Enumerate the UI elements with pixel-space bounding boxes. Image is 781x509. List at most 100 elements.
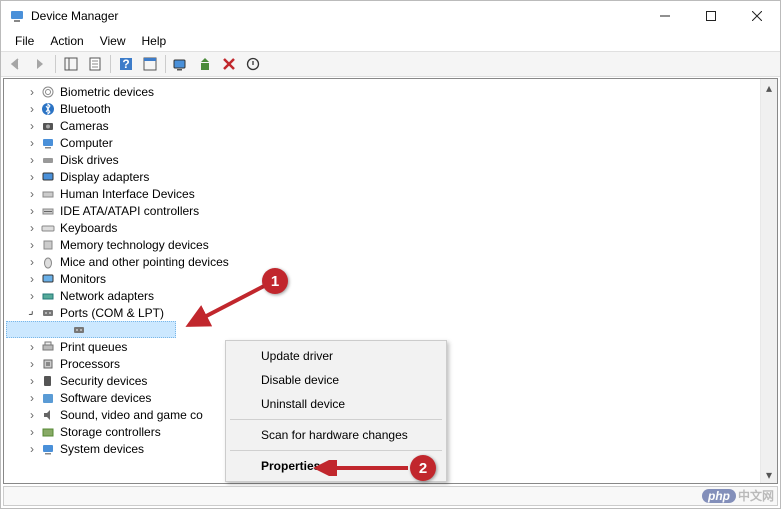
- expand-icon[interactable]: ›: [26, 272, 38, 286]
- toolbar: ?: [1, 51, 780, 77]
- expand-icon[interactable]: ›: [26, 391, 38, 405]
- expand-icon[interactable]: ›: [26, 204, 38, 218]
- tree-node-bluetooth[interactable]: › Bluetooth: [6, 100, 758, 117]
- expand-icon[interactable]: ›: [26, 221, 38, 235]
- expand-icon[interactable]: ›: [26, 187, 38, 201]
- ctx-uninstall-device[interactable]: Uninstall device: [229, 392, 443, 416]
- tree-label: Sound, video and game co: [60, 408, 203, 422]
- tree-label: Bluetooth: [60, 102, 111, 116]
- expand-icon[interactable]: ›: [26, 102, 38, 116]
- ctx-scan-hardware[interactable]: Scan for hardware changes: [229, 423, 443, 447]
- biometric-icon: [40, 84, 56, 100]
- tree-node-computer[interactable]: › Computer: [6, 134, 758, 151]
- menu-action[interactable]: Action: [44, 32, 89, 50]
- security-icon: [40, 373, 56, 389]
- bluetooth-icon: [40, 101, 56, 117]
- tree-label: Storage controllers: [60, 425, 161, 439]
- tree-node-network[interactable]: ›Network adapters: [6, 287, 758, 304]
- expand-icon[interactable]: ›: [26, 408, 38, 422]
- network-icon: [40, 288, 56, 304]
- software-icon: [40, 390, 56, 406]
- separator: [55, 55, 56, 73]
- expand-icon[interactable]: ›: [26, 85, 38, 99]
- tree-label: Disk drives: [60, 153, 119, 167]
- scrollbar[interactable]: ▴ ▾: [760, 79, 777, 483]
- expand-icon[interactable]: ›: [26, 357, 38, 371]
- sound-icon: [40, 407, 56, 423]
- expand-icon[interactable]: ›: [26, 425, 38, 439]
- scroll-down-icon[interactable]: ▾: [761, 466, 777, 483]
- tree-node-memory[interactable]: ›Memory technology devices: [6, 236, 758, 253]
- separator: [110, 55, 111, 73]
- tree-node-biometric[interactable]: ›Biometric devices: [6, 83, 758, 100]
- tree-node-ide[interactable]: › IDE ATA/ATAPI controllers: [6, 202, 758, 219]
- ctx-disable-device[interactable]: Disable device: [229, 368, 443, 392]
- hid-icon: [40, 186, 56, 202]
- ctx-update-driver[interactable]: Update driver: [229, 344, 443, 368]
- scan-hardware-button[interactable]: [170, 53, 192, 75]
- memory-icon: [40, 237, 56, 253]
- tree-node-display[interactable]: › Display adapters: [6, 168, 758, 185]
- mouse-icon: [40, 254, 56, 270]
- tree-label: Monitors: [60, 272, 106, 286]
- uninstall-toolbar-button[interactable]: [218, 53, 240, 75]
- computer-icon: [40, 135, 56, 151]
- tree-label: IDE ATA/ATAPI controllers: [60, 204, 199, 218]
- tree-label: Software devices: [60, 391, 151, 405]
- tree-label: Computer: [60, 136, 113, 150]
- expand-icon[interactable]: ›: [26, 442, 38, 456]
- tree-label: Keyboards: [60, 221, 117, 235]
- system-icon: [40, 441, 56, 457]
- tree-label: Mice and other pointing devices: [60, 255, 229, 269]
- forward-button[interactable]: [29, 53, 51, 75]
- expand-icon[interactable]: ›: [26, 374, 38, 388]
- show-hide-tree-button[interactable]: [60, 53, 82, 75]
- tree-node-mice[interactable]: › Mice and other pointing devices: [6, 253, 758, 270]
- expand-icon[interactable]: ›: [26, 340, 38, 354]
- ctx-separator: [230, 450, 442, 451]
- tree-node-disk[interactable]: › Disk drives: [6, 151, 758, 168]
- disk-icon: [40, 152, 56, 168]
- annotation-arrow-1: [181, 281, 271, 333]
- cpu-icon: [40, 356, 56, 372]
- help-toolbar-button[interactable]: ?: [115, 53, 137, 75]
- scroll-up-icon[interactable]: ▴: [761, 79, 777, 96]
- properties-toolbar-button[interactable]: [84, 53, 106, 75]
- expand-icon[interactable]: ›: [26, 238, 38, 252]
- tree-node-ports[interactable]: ›Ports (COM & LPT): [6, 304, 758, 321]
- watermark-php: php: [702, 489, 736, 503]
- maximize-button[interactable]: [688, 1, 734, 31]
- menu-view[interactable]: View: [94, 32, 132, 50]
- expand-icon[interactable]: ›: [26, 136, 38, 150]
- annotation-badge-1: 1: [262, 268, 288, 294]
- expand-icon[interactable]: ›: [26, 170, 38, 184]
- window-title: Device Manager: [31, 9, 642, 23]
- tree-label: Display adapters: [60, 170, 149, 184]
- menu-file[interactable]: File: [9, 32, 40, 50]
- tree-node-port-device[interactable]: [6, 321, 176, 338]
- collapse-icon[interactable]: ›: [23, 303, 41, 321]
- tree-label: Processors: [60, 357, 120, 371]
- keyboard-icon: [40, 220, 56, 236]
- tree-node-monitors[interactable]: › Monitors: [6, 270, 758, 287]
- update-driver-toolbar-button[interactable]: [194, 53, 216, 75]
- action-toolbar-button[interactable]: [139, 53, 161, 75]
- back-button[interactable]: [5, 53, 27, 75]
- minimize-button[interactable]: [642, 1, 688, 31]
- watermark-cn: 中文网: [738, 489, 774, 503]
- tree-node-keyboards[interactable]: › Keyboards: [6, 219, 758, 236]
- expand-icon[interactable]: ›: [26, 289, 38, 303]
- menu-help[interactable]: Help: [136, 32, 173, 50]
- monitor-icon: [40, 271, 56, 287]
- expand-icon[interactable]: ›: [26, 255, 38, 269]
- tree-node-hid[interactable]: ›Human Interface Devices: [6, 185, 758, 202]
- tree-label: System devices: [60, 442, 144, 456]
- menubar: File Action View Help: [1, 31, 780, 51]
- tree-node-cameras[interactable]: ›Cameras: [6, 117, 758, 134]
- expand-icon[interactable]: ›: [26, 119, 38, 133]
- close-button[interactable]: [734, 1, 780, 31]
- watermark: php中文网: [702, 487, 774, 504]
- disable-toolbar-button[interactable]: [242, 53, 264, 75]
- expand-icon[interactable]: ›: [26, 153, 38, 167]
- svg-text:?: ?: [122, 57, 129, 71]
